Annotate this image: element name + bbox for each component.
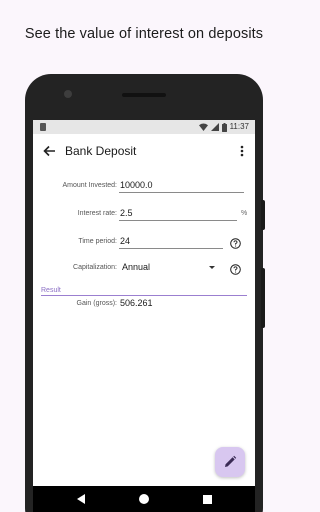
more-vert-icon[interactable] (237, 143, 247, 159)
system-nav-bar (33, 486, 255, 512)
earpiece-speaker (122, 93, 166, 97)
result-section-label: Result (41, 287, 61, 294)
gain-label: Gain (gross): (76, 300, 117, 307)
dropdown-arrow-icon[interactable] (209, 266, 215, 269)
interest-rate-label: Interest rate: (77, 210, 117, 217)
promo-caption: See the value of interest on deposits (24, 26, 264, 42)
front-camera (64, 90, 72, 98)
amount-invested-input[interactable]: 10000.0 (120, 180, 153, 190)
edit-fab-button[interactable] (215, 447, 245, 477)
status-time: 11:37 (229, 122, 249, 131)
amount-invested-label: Amount Invested: (62, 182, 117, 189)
time-period-label: Time period: (78, 238, 117, 245)
capitalization-help-icon[interactable] (230, 262, 241, 275)
time-period-underline (119, 248, 223, 249)
page-title: Bank Deposit (65, 144, 137, 158)
status-bar: 11:37 (33, 120, 255, 134)
interest-rate-input[interactable]: 2.5 (120, 208, 133, 218)
interest-rate-underline (119, 220, 237, 221)
time-period-input[interactable]: 24 (120, 236, 130, 246)
sim-icon (40, 123, 46, 131)
wifi-icon (198, 123, 208, 131)
app-screen: 11:37 Bank Deposit Amount Invested: 1000… (33, 120, 255, 512)
nav-recents-icon[interactable] (203, 495, 212, 504)
result-divider (41, 295, 247, 296)
capitalization-select[interactable]: Annual (122, 262, 150, 272)
status-icons: 11:37 (198, 121, 249, 133)
back-arrow-icon[interactable] (41, 142, 59, 160)
battery-icon (221, 122, 227, 132)
gain-value: 506.261 (120, 298, 153, 308)
nav-home-icon[interactable] (139, 494, 149, 504)
power-button (261, 268, 265, 328)
time-period-help-icon[interactable] (230, 236, 241, 249)
interest-rate-unit: % (241, 210, 248, 217)
nav-back-icon[interactable] (77, 494, 85, 504)
volume-button (261, 200, 265, 230)
signal-icon (210, 123, 219, 131)
app-toolbar: Bank Deposit (33, 134, 255, 168)
capitalization-label: Capitalization: (73, 264, 117, 271)
amount-invested-underline (119, 192, 244, 193)
